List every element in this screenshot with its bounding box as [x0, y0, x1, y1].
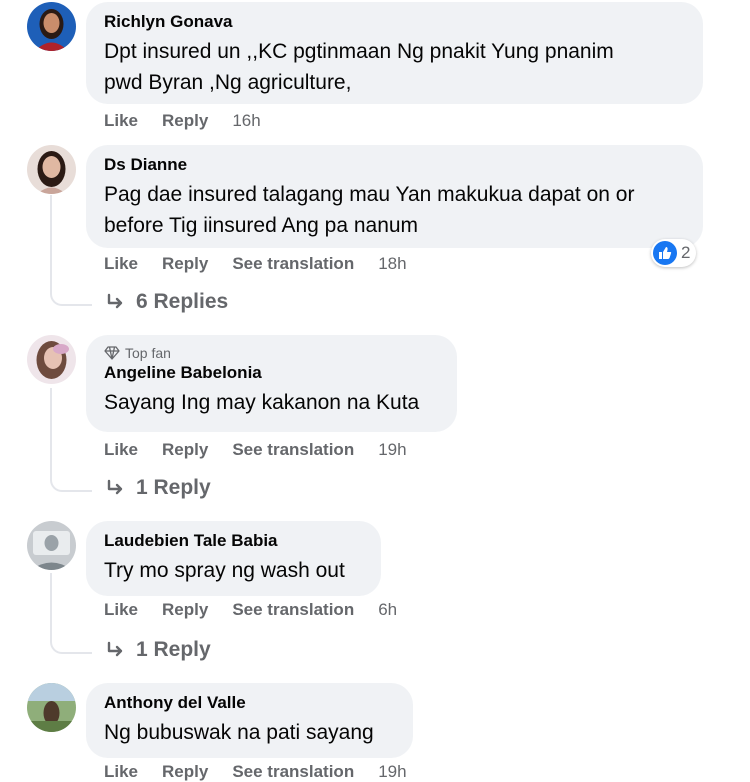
comment-bubble: Top fan Angeline Babelonia Sayang Ing ma… [86, 335, 457, 432]
comment-text: Try mo spray ng wash out [104, 559, 345, 582]
like-button[interactable]: Like [104, 440, 138, 460]
comment-bubble: Ds Dianne Pag dae insured talagang mau Y… [86, 145, 703, 248]
avatar[interactable] [27, 683, 76, 732]
like-button[interactable]: Like [104, 111, 138, 131]
view-replies-button[interactable]: 1 Reply [106, 476, 211, 500]
reply-arrow-icon [107, 293, 123, 309]
view-replies-button[interactable]: 1 Reply [106, 638, 211, 662]
comment-actions: Like Reply 16h [104, 111, 261, 131]
replies-count-label: 6 Replies [136, 290, 229, 313]
see-translation-link[interactable]: See translation [232, 600, 354, 620]
reply-arrow-icon [107, 641, 123, 657]
avatar-photo [27, 683, 76, 732]
avatar[interactable] [27, 335, 76, 384]
diamond-icon [104, 346, 120, 360]
comment-text: pwd Byran ,Ng agriculture, [104, 71, 352, 94]
comment-actions: Like Reply See translation 6h [104, 600, 397, 620]
like-button[interactable]: Like [104, 762, 138, 782]
reply-button[interactable]: Reply [162, 111, 208, 131]
like-button[interactable]: Like [104, 600, 138, 620]
comment-text: Sayang Ing may kakanon na Kuta [104, 391, 420, 414]
reply-arrow-icon [107, 479, 123, 495]
reply-button[interactable]: Reply [162, 600, 208, 620]
like-button[interactable]: Like [104, 254, 138, 274]
comment-text: Ng bubuswak na pati sayang [104, 721, 374, 744]
view-replies-button[interactable]: 6 Replies [106, 290, 228, 314]
comment-text: before Tig iinsured Ang pa nanum [104, 214, 419, 237]
avatar-photo [27, 145, 76, 194]
avatar[interactable] [27, 2, 76, 51]
reply-button[interactable]: Reply [162, 440, 208, 460]
reaction-count: 2 [681, 243, 691, 262]
comment-bubble: Richlyn Gonava Dpt insured un ,,KC pgtin… [86, 2, 703, 104]
avatar-photo [27, 335, 76, 384]
replies-count-label: 1 Reply [136, 476, 211, 499]
comment-author[interactable]: Richlyn Gonava [104, 10, 685, 34]
avatar[interactable] [27, 145, 76, 194]
reply-button[interactable]: Reply [162, 762, 208, 782]
thread-line [50, 573, 52, 638]
comment-bubble: Anthony del Valle Ng bubuswak na pati sa… [86, 683, 413, 758]
thread-connector [50, 636, 92, 654]
top-fan-badge: Top fan [104, 345, 439, 361]
comment-actions: Like Reply See translation 19h [104, 440, 407, 460]
like-reaction-icon [653, 241, 677, 265]
comment-actions: Like Reply See translation 18h [104, 254, 407, 274]
timestamp[interactable]: 19h [378, 440, 406, 460]
timestamp[interactable]: 18h [378, 254, 406, 274]
thread-connector [50, 474, 92, 492]
comment-author[interactable]: Laudebien Tale Babia [104, 529, 363, 553]
thread-line [50, 195, 52, 290]
see-translation-link[interactable]: See translation [232, 762, 354, 782]
thread-connector [50, 288, 92, 306]
avatar[interactable] [27, 521, 76, 570]
avatar-photo [27, 2, 76, 51]
reaction-summary[interactable]: 2 [651, 239, 697, 267]
timestamp[interactable]: 6h [378, 600, 397, 620]
comment-text: Dpt insured un ,,KC pgtinmaan Ng pnakit … [104, 40, 614, 63]
replies-count-label: 1 Reply [136, 638, 211, 661]
comment-author[interactable]: Anthony del Valle [104, 691, 395, 715]
avatar-photo [27, 521, 76, 570]
see-translation-link[interactable]: See translation [232, 254, 354, 274]
reply-button[interactable]: Reply [162, 254, 208, 274]
timestamp[interactable]: 19h [378, 762, 406, 782]
comment-author[interactable]: Angeline Babelonia [104, 361, 439, 385]
timestamp[interactable]: 16h [232, 111, 260, 131]
comment-author[interactable]: Ds Dianne [104, 153, 685, 177]
comment-bubble: Laudebien Tale Babia Try mo spray ng was… [86, 521, 381, 596]
thread-line [50, 388, 52, 476]
badge-label: Top fan [125, 345, 171, 361]
comment-text: Pag dae insured talagang mau Yan makukua… [104, 183, 635, 206]
comment-actions: Like Reply See translation 19h [104, 762, 407, 782]
see-translation-link[interactable]: See translation [232, 440, 354, 460]
